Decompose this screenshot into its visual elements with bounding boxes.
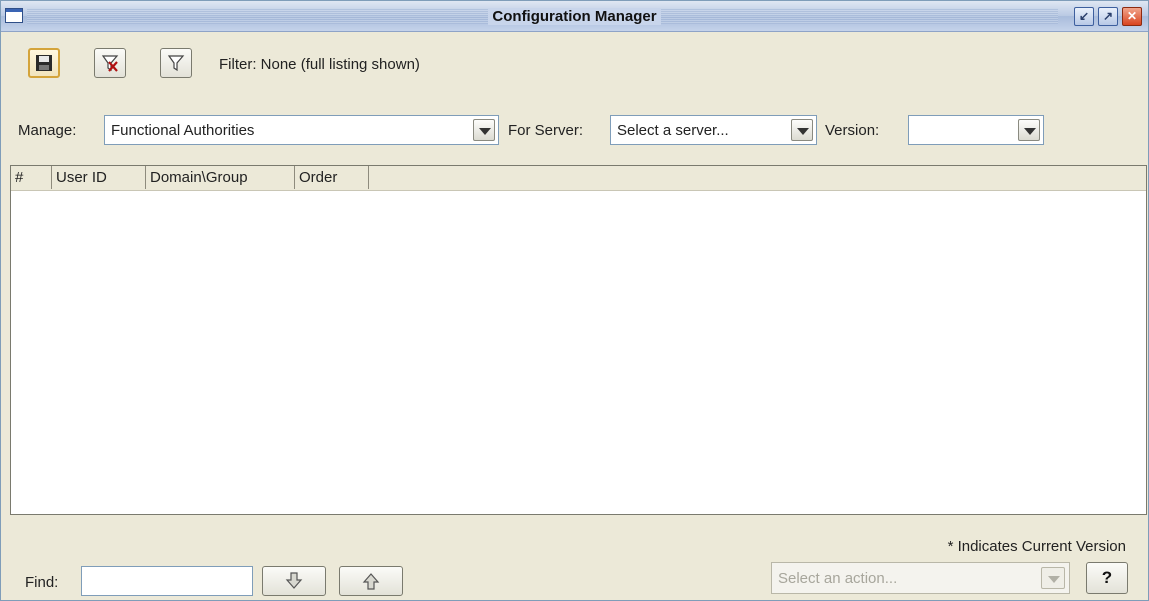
close-button[interactable]: ✕ bbox=[1122, 7, 1142, 26]
table-header: # User ID Domain\Group Order bbox=[11, 166, 1146, 191]
current-version-note: * Indicates Current Version bbox=[947, 538, 1126, 555]
find-input[interactable] bbox=[81, 566, 253, 596]
minimize-button[interactable]: ↙ bbox=[1074, 7, 1094, 26]
column-header-number[interactable]: # bbox=[11, 166, 52, 189]
server-label: For Server: bbox=[508, 122, 584, 139]
arrow-up-icon bbox=[362, 573, 380, 590]
column-header-user-id[interactable]: User ID bbox=[52, 166, 146, 189]
version-label: Version: bbox=[825, 122, 880, 139]
save-button[interactable] bbox=[28, 48, 60, 78]
chevron-down-icon[interactable] bbox=[1041, 567, 1065, 589]
chevron-down-icon[interactable] bbox=[473, 119, 495, 141]
chevron-down-icon[interactable] bbox=[1018, 119, 1040, 141]
filter-clear-icon bbox=[101, 55, 119, 72]
find-label: Find: bbox=[25, 574, 59, 591]
server-value: Select a server... bbox=[617, 122, 729, 139]
filter-button[interactable] bbox=[160, 48, 192, 78]
column-header-order[interactable]: Order bbox=[295, 166, 369, 189]
action-placeholder: Select an action... bbox=[778, 570, 898, 587]
filter-status-label: Filter: None (full listing shown) bbox=[219, 56, 420, 73]
filter-icon bbox=[167, 55, 185, 72]
find-previous-button[interactable] bbox=[339, 566, 403, 596]
version-dropdown[interactable] bbox=[908, 115, 1044, 145]
find-next-button[interactable] bbox=[262, 566, 326, 596]
authorities-table[interactable]: # User ID Domain\Group Order bbox=[10, 165, 1147, 515]
maximize-button[interactable]: ↗ bbox=[1098, 7, 1118, 26]
clear-filter-button[interactable] bbox=[94, 48, 126, 78]
chevron-down-icon[interactable] bbox=[791, 119, 813, 141]
manage-value: Functional Authorities bbox=[111, 122, 255, 139]
arrow-down-icon bbox=[285, 572, 303, 589]
action-dropdown[interactable]: Select an action... bbox=[771, 562, 1070, 594]
manage-label: Manage: bbox=[18, 122, 77, 139]
manage-dropdown[interactable]: Functional Authorities bbox=[104, 115, 499, 145]
title-bar[interactable]: Configuration Manager ↙ ↗ ✕ bbox=[1, 1, 1148, 32]
configuration-manager-window: Configuration Manager ↙ ↗ ✕ Filter: None… bbox=[0, 0, 1149, 601]
window-title: Configuration Manager bbox=[488, 8, 661, 25]
help-button[interactable]: ? bbox=[1086, 562, 1128, 594]
column-header-domain-group[interactable]: Domain\Group bbox=[146, 166, 295, 189]
server-dropdown[interactable]: Select a server... bbox=[610, 115, 817, 145]
floppy-disk-icon bbox=[36, 55, 52, 71]
